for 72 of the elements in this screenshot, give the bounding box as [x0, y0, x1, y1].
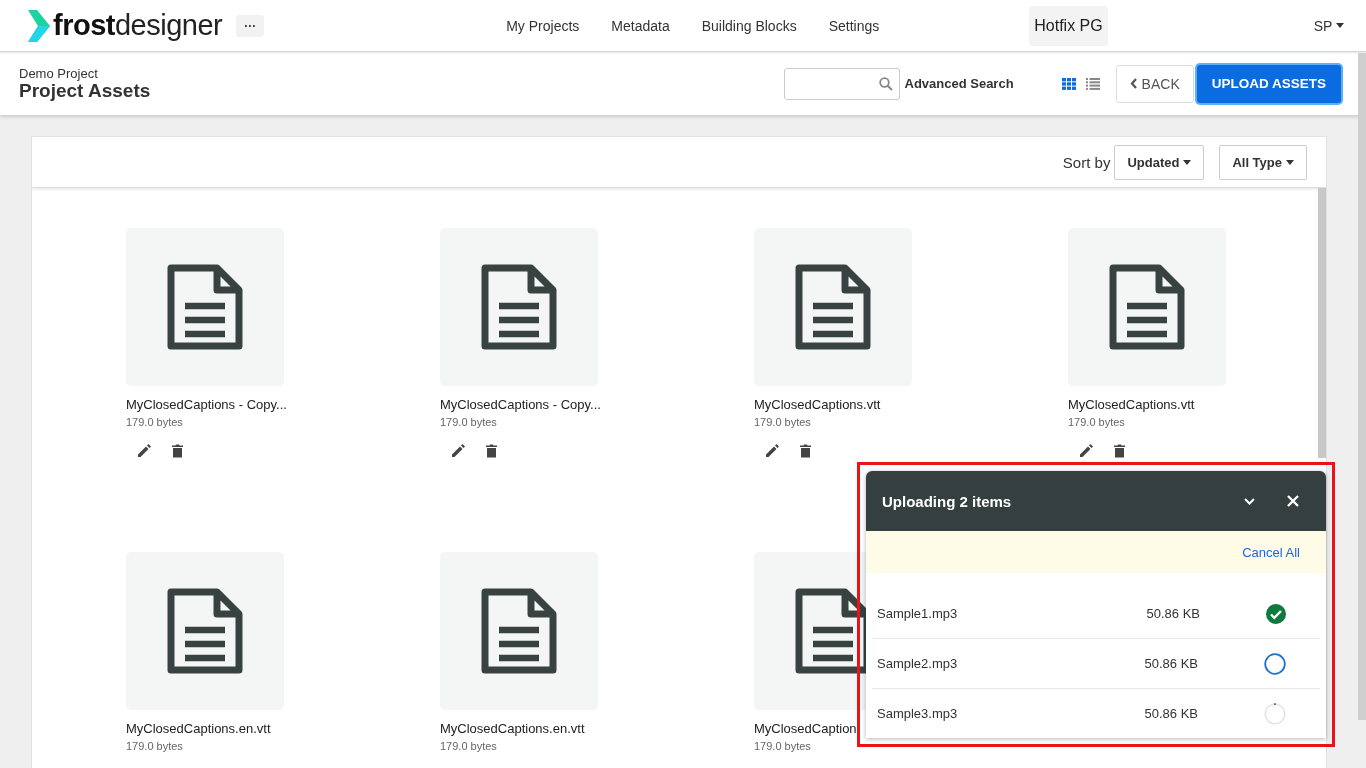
delete-icon[interactable]	[172, 443, 183, 458]
collapse-button[interactable]	[1244, 497, 1255, 505]
caret-icon	[1183, 159, 1192, 165]
delete-icon[interactable]	[1114, 443, 1125, 458]
advanced-search-link[interactable]: Advanced Search	[904, 76, 1014, 91]
page-scrollbar[interactable]	[1358, 53, 1366, 720]
document-icon	[167, 588, 243, 674]
file-name: MyClosedCaptions - Copy...	[440, 397, 602, 412]
edit-icon[interactable]	[451, 443, 466, 458]
document-icon	[481, 264, 557, 350]
file-thumbnail[interactable]	[126, 228, 284, 386]
file-name: MyClosedCaptions.vtt	[754, 397, 882, 412]
list-view-icon[interactable]	[1085, 77, 1100, 90]
file-thumbnail[interactable]	[440, 228, 598, 386]
file-name: MyClosedCaption	[754, 721, 858, 736]
edit-icon[interactable]	[137, 443, 152, 458]
search-icon	[878, 76, 893, 91]
file-thumbnail[interactable]	[754, 228, 912, 386]
file-size: 179.0 bytes	[440, 740, 498, 752]
cancel-all-link[interactable]: Cancel All	[1242, 544, 1300, 560]
back-button[interactable]: BACK	[1115, 64, 1194, 103]
document-icon	[481, 588, 557, 674]
search-field[interactable]	[783, 67, 900, 100]
file-size: 50.86 KB	[1146, 606, 1200, 621]
file-name: MyClosedCaptions - Copy...	[126, 397, 288, 412]
nav-link[interactable]: Building Blocks	[685, 17, 813, 34]
type-filter-dropdown[interactable]: All Type	[1219, 144, 1307, 180]
nav-link[interactable]: My Projects	[490, 17, 596, 34]
workspace-button[interactable]: Hotfix PG	[1029, 5, 1108, 46]
file-thumbnail[interactable]	[440, 552, 598, 710]
file-thumbnail[interactable]	[126, 552, 284, 710]
document-icon	[1109, 264, 1185, 350]
file-size: 179.0 bytes	[1068, 416, 1126, 428]
file-size: 179.0 bytes	[126, 740, 184, 752]
file-size: 179.0 bytes	[440, 416, 498, 428]
document-icon	[795, 264, 871, 350]
document-icon	[167, 264, 243, 350]
caret-icon	[1336, 23, 1345, 28]
file-name: Sample2.mp3	[877, 656, 959, 671]
file-size: 179.0 bytes	[754, 740, 812, 752]
chevron-down-icon	[1244, 497, 1255, 505]
delete-icon[interactable]	[800, 443, 811, 458]
close-icon	[1287, 495, 1299, 507]
file-size: 179.0 bytes	[754, 416, 812, 428]
file-name: MyClosedCaptions.en.vtt	[440, 721, 586, 736]
sort-dropdown[interactable]: Updated	[1114, 144, 1205, 180]
nav-link[interactable]: Settings	[812, 17, 896, 34]
file-size: 50.86 KB	[1144, 656, 1198, 671]
nav-link[interactable]: Metadata	[595, 17, 686, 34]
delete-icon[interactable]	[486, 443, 497, 458]
file-name: MyClosedCaptions.en.vtt	[126, 721, 272, 736]
file-size: 179.0 bytes	[126, 416, 184, 428]
edit-icon[interactable]	[765, 443, 780, 458]
caret-icon	[1286, 159, 1294, 165]
grid-view-icon[interactable]	[1061, 77, 1076, 90]
scrollbar[interactable]	[1318, 188, 1326, 458]
file-name: MyClosedCaptions.vtt	[1068, 397, 1196, 412]
more-button[interactable]: ···	[236, 14, 265, 37]
file-thumbnail[interactable]	[1068, 228, 1226, 386]
file-name: Sample3.mp3	[877, 706, 959, 721]
file-name: Sample1.mp3	[877, 606, 959, 621]
upload-assets-button[interactable]: UPLOAD ASSETS	[1196, 64, 1341, 103]
logo-text: frostdesigner	[53, 9, 223, 42]
edit-icon[interactable]	[1079, 443, 1094, 458]
upload-panel-title: Uploading 2 items	[882, 492, 1013, 510]
breadcrumb[interactable]: Demo Project	[19, 65, 151, 81]
sort-label: Sort by	[1062, 153, 1111, 171]
logo-chevron-icon	[28, 9, 50, 42]
close-button[interactable]	[1287, 495, 1299, 507]
file-size: 50.86 KB	[1144, 706, 1198, 721]
user-menu[interactable]: SP	[1307, 16, 1351, 35]
chevron-left-icon	[1129, 78, 1137, 89]
